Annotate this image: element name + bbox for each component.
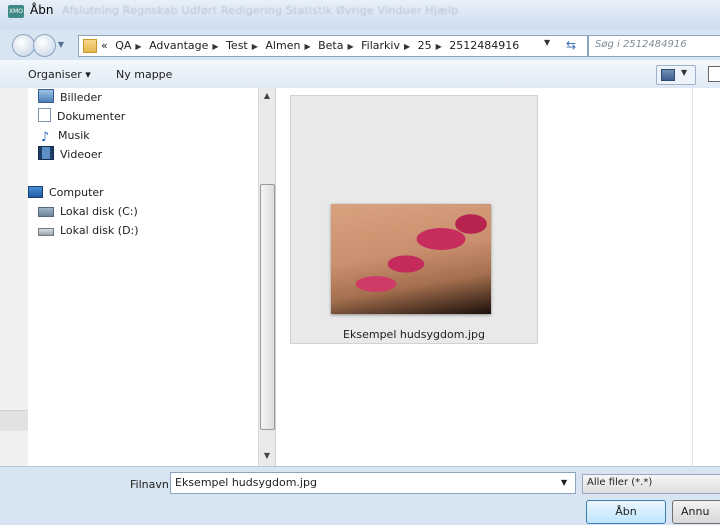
forward-button[interactable] — [33, 34, 56, 57]
nav-item-label: Dokumenter — [57, 110, 126, 123]
chevron-right-icon[interactable]: ▶ — [212, 42, 218, 51]
nav-item-label: Videoer — [60, 148, 103, 161]
nav-item-label: Lokal disk (D:) — [60, 224, 139, 237]
system-drive-icon — [38, 207, 54, 217]
nav-item-label: Billeder — [60, 91, 102, 104]
breadcrumb-item[interactable]: Filarkiv — [361, 39, 400, 52]
chevron-down-icon: ▼ — [681, 68, 688, 77]
left-strip-band — [0, 410, 28, 431]
file-item[interactable]: Eksempel hudsygdom.jpg — [290, 95, 538, 344]
window-title: Åbn — [30, 3, 54, 17]
organize-button[interactable]: Organiser ▾ — [28, 68, 91, 81]
filetype-value: Alle filer (*.*) — [587, 477, 653, 488]
nav-scrollbar[interactable]: ▲ ▼ — [258, 88, 275, 466]
search-placeholder: Søg i 2512484916 — [595, 39, 687, 50]
scroll-down-icon[interactable]: ▼ — [259, 448, 275, 464]
refresh-icon: ⇆ — [565, 38, 577, 52]
nav-item-label: Musik — [58, 129, 90, 142]
nav-item-pictures[interactable]: Billeder — [38, 89, 102, 107]
new-folder-button[interactable]: Ny mappe — [116, 68, 172, 81]
nav-item-label: Lokal disk (C:) — [60, 205, 138, 218]
nav-item-music[interactable]: ♪ Musik — [38, 127, 90, 145]
nav-item-computer[interactable]: Computer — [28, 184, 104, 202]
chevron-right-icon[interactable]: ▶ — [347, 42, 353, 51]
computer-icon — [28, 186, 43, 198]
nav-item-label: Computer — [49, 186, 104, 199]
filename-label: Filnavn: — [130, 478, 173, 491]
background-menu-bar: Afslutning Regnskab Udført Redigering St… — [62, 4, 459, 17]
address-dropdown-icon[interactable]: ▼ — [544, 38, 550, 47]
search-input[interactable]: Søg i 2512484916 — [588, 35, 720, 57]
scroll-thumb[interactable] — [260, 184, 275, 430]
recent-pages-dropdown[interactable]: ▼ — [56, 38, 66, 52]
address-bar[interactable]: « QA ▶ Advantage ▶ Test ▶ Almen ▶ Beta ▶ Fila… — [78, 35, 588, 57]
breadcrumb-item[interactable]: 2512484916 — [449, 39, 519, 52]
music-icon: ♪ — [40, 130, 50, 145]
refresh-button[interactable]: ⇆ — [560, 36, 582, 54]
drive-icon — [38, 228, 54, 236]
breadcrumb-item[interactable]: Advantage — [149, 39, 208, 52]
change-view-button[interactable]: ▼ — [656, 65, 696, 85]
back-button[interactable] — [12, 34, 35, 57]
chevron-right-icon[interactable]: ▶ — [436, 42, 442, 51]
breadcrumb-item[interactable]: Test — [226, 39, 248, 52]
chevron-right-icon[interactable]: ▶ — [252, 42, 258, 51]
filename-value: Eksempel hudsygdom.jpg — [175, 476, 317, 489]
filename-input[interactable]: Eksempel hudsygdom.jpg ▼ — [170, 472, 576, 494]
nav-item-drive-d[interactable]: Lokal disk (D:) — [38, 222, 139, 240]
scroll-up-icon[interactable]: ▲ — [259, 88, 275, 104]
nav-item-drive-c[interactable]: Lokal disk (C:) — [38, 203, 138, 221]
nav-item-videos[interactable]: Videoer — [38, 146, 102, 164]
nav-item-documents[interactable]: Dokumenter — [38, 108, 125, 126]
command-bar — [0, 60, 720, 89]
breadcrumb-item[interactable]: Beta — [318, 39, 343, 52]
cancel-button[interactable]: Annu — [672, 500, 720, 524]
view-icon — [661, 69, 675, 81]
chevron-right-icon[interactable]: ▶ — [404, 42, 410, 51]
pictures-icon — [38, 89, 54, 103]
filetype-select[interactable]: Alle filer (*.*) — [582, 474, 720, 494]
videos-icon — [38, 146, 54, 160]
image-thumbnail — [331, 204, 491, 314]
file-name: Eksempel hudsygdom.jpg — [343, 328, 485, 341]
chevron-right-icon[interactable]: ▶ — [135, 42, 141, 51]
preview-pane-button[interactable] — [708, 66, 720, 82]
folder-icon — [83, 39, 97, 53]
open-button[interactable]: Åbn — [586, 500, 666, 524]
chevron-down-icon[interactable]: ▼ — [561, 478, 567, 487]
breadcrumb-item[interactable]: Almen — [265, 39, 300, 52]
breadcrumb: « QA ▶ Advantage ▶ Test ▶ Almen ▶ Beta ▶ Fila… — [101, 39, 523, 52]
divider — [692, 88, 693, 466]
app-icon: XMO — [8, 5, 24, 18]
navigation-pane: Billeder Dokumenter ♪ Musik Videoer Compu… — [28, 88, 274, 466]
breadcrumb-item[interactable]: 25 — [418, 39, 432, 52]
chevron-right-icon[interactable]: ▶ — [304, 42, 310, 51]
breadcrumb-item[interactable]: QA — [115, 39, 131, 52]
documents-icon — [38, 108, 51, 122]
breadcrumb-overflow[interactable]: « — [101, 39, 108, 52]
